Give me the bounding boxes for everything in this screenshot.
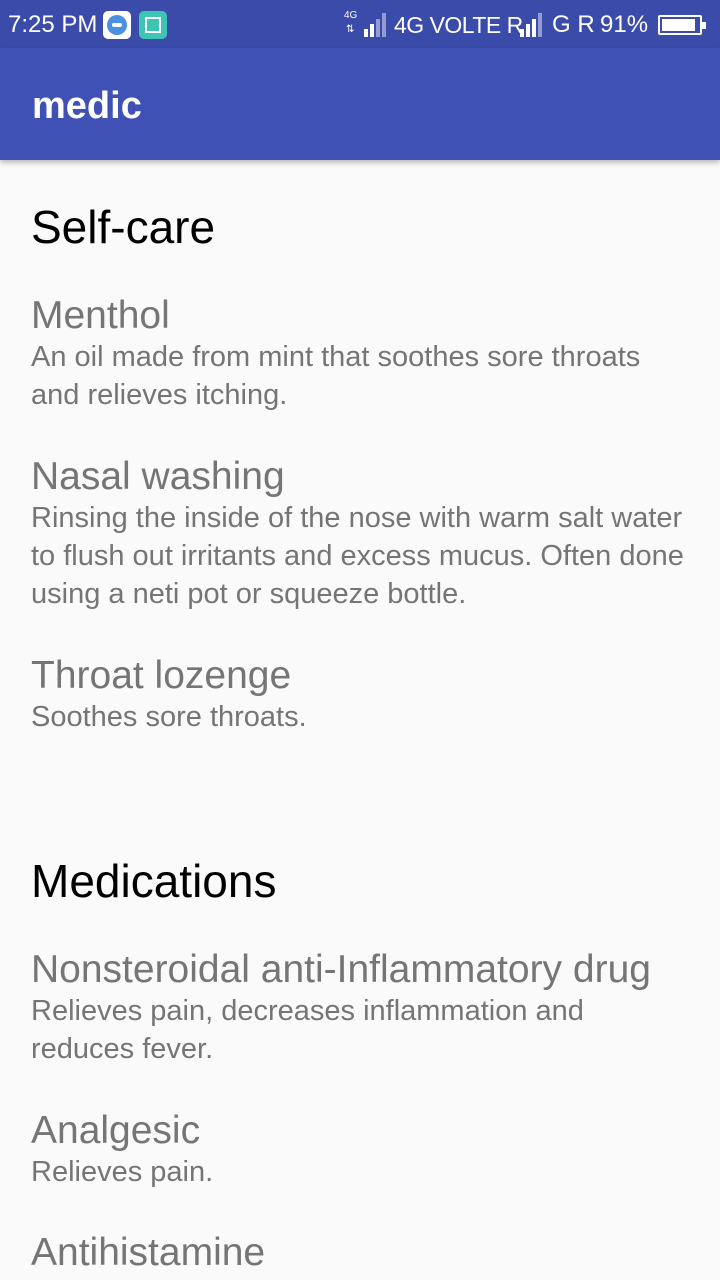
item-title: Antihistamine <box>31 1231 266 1274</box>
network2-label: G R <box>552 11 595 38</box>
list-item-nsaid[interactable]: Nonsteroidal anti-Inflammatory drug Reli… <box>31 948 691 1068</box>
app-notification-icon <box>103 11 131 39</box>
battery-icon <box>658 15 706 35</box>
battery-percent: 91% <box>600 11 649 38</box>
list-item-throat-lozenge[interactable]: Throat lozenge Soothes sore throats. <box>31 654 691 736</box>
list-item-nasal-washing[interactable]: Nasal washing Rinsing the inside of the … <box>31 455 691 613</box>
item-title: Menthol <box>31 294 170 337</box>
item-title: Nasal washing <box>31 455 285 498</box>
status-right-group: 4G ⇅ 4G VOLTE R G R 91% <box>344 11 708 39</box>
list-item-antihistamine[interactable]: Antihistamine <box>31 1231 691 1275</box>
item-description: Relieves pain. <box>31 1156 214 1188</box>
signal-icon-secondary <box>520 13 548 37</box>
item-title: Analgesic <box>31 1109 201 1152</box>
signal-icon <box>364 13 392 37</box>
screenshot-icon <box>139 11 167 39</box>
item-description: Relieves pain, decreases inflammation an… <box>31 995 584 1065</box>
app-bar: medic <box>0 48 720 160</box>
app-title: medic <box>32 85 142 127</box>
status-bar: 7:25 PM 4G ⇅ 4G VOLTE R G R 91% <box>0 0 720 48</box>
content-list[interactable]: Self-care Menthol An oil made from mint … <box>0 160 720 1280</box>
list-item-menthol[interactable]: Menthol An oil made from mint that sooth… <box>31 294 691 414</box>
item-description: Soothes sore throats. <box>31 701 307 733</box>
item-description: An oil made from mint that soothes sore … <box>31 341 641 411</box>
section-heading-self-care: Self-care <box>31 201 216 253</box>
item-title: Nonsteroidal anti-Inflammatory drug <box>31 948 651 991</box>
item-title: Throat lozenge <box>31 654 292 697</box>
data-activity-icon: ⇅ <box>346 24 355 35</box>
item-description: Rinsing the inside of the nose with warm… <box>31 502 684 610</box>
network-label: 4G VOLTE R <box>394 12 523 38</box>
list-item-analgesic[interactable]: Analgesic Relieves pain. <box>31 1109 691 1191</box>
status-time: 7:25 PM <box>8 11 98 38</box>
section-heading-medications: Medications <box>31 855 277 907</box>
network-type-small: 4G <box>344 10 358 21</box>
